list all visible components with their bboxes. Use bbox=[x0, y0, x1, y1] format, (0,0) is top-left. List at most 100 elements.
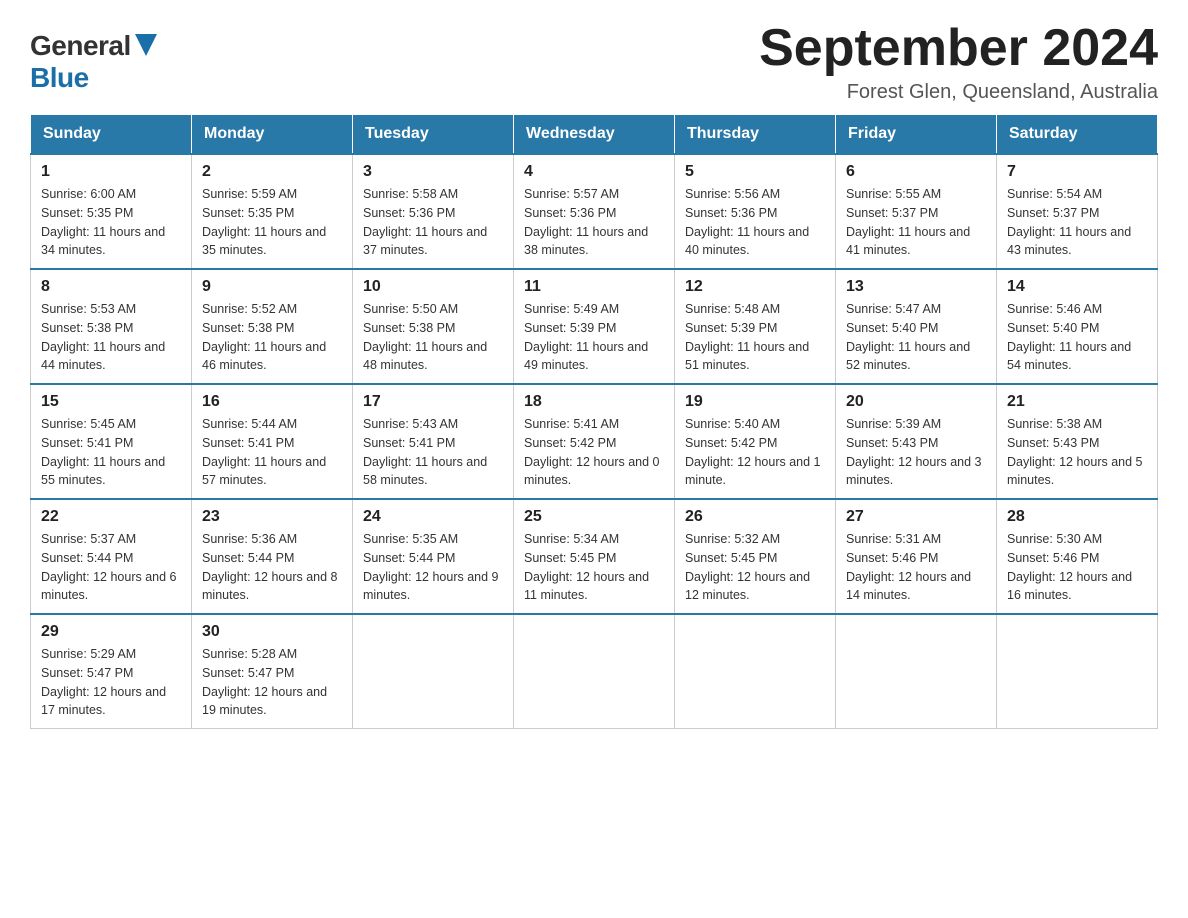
table-row: 1 Sunrise: 6:00 AM Sunset: 5:35 PM Dayli… bbox=[31, 154, 192, 269]
table-row: 5 Sunrise: 5:56 AM Sunset: 5:36 PM Dayli… bbox=[675, 154, 836, 269]
day-number: 2 bbox=[202, 163, 342, 181]
table-row: 16 Sunrise: 5:44 AM Sunset: 5:41 PM Dayl… bbox=[192, 384, 353, 499]
table-row: 28 Sunrise: 5:30 AM Sunset: 5:46 PM Dayl… bbox=[997, 499, 1158, 614]
table-row: 30 Sunrise: 5:28 AM Sunset: 5:47 PM Dayl… bbox=[192, 614, 353, 729]
day-number: 16 bbox=[202, 393, 342, 411]
table-row: 26 Sunrise: 5:32 AM Sunset: 5:45 PM Dayl… bbox=[675, 499, 836, 614]
day-info: Sunrise: 5:31 AM Sunset: 5:46 PM Dayligh… bbox=[846, 530, 986, 605]
table-row: 25 Sunrise: 5:34 AM Sunset: 5:45 PM Dayl… bbox=[514, 499, 675, 614]
table-row: 13 Sunrise: 5:47 AM Sunset: 5:40 PM Dayl… bbox=[836, 269, 997, 384]
day-info: Sunrise: 5:41 AM Sunset: 5:42 PM Dayligh… bbox=[524, 415, 664, 490]
day-info: Sunrise: 5:35 AM Sunset: 5:44 PM Dayligh… bbox=[363, 530, 503, 605]
day-info: Sunrise: 5:30 AM Sunset: 5:46 PM Dayligh… bbox=[1007, 530, 1147, 605]
day-info: Sunrise: 5:58 AM Sunset: 5:36 PM Dayligh… bbox=[363, 185, 503, 260]
day-number: 13 bbox=[846, 278, 986, 296]
day-info: Sunrise: 5:55 AM Sunset: 5:37 PM Dayligh… bbox=[846, 185, 986, 260]
day-info: Sunrise: 5:34 AM Sunset: 5:45 PM Dayligh… bbox=[524, 530, 664, 605]
day-number: 30 bbox=[202, 623, 342, 641]
logo: General Blue bbox=[30, 20, 157, 94]
table-row bbox=[836, 614, 997, 729]
day-number: 25 bbox=[524, 508, 664, 526]
header-tuesday: Tuesday bbox=[353, 115, 514, 155]
table-row bbox=[353, 614, 514, 729]
table-row: 7 Sunrise: 5:54 AM Sunset: 5:37 PM Dayli… bbox=[997, 154, 1158, 269]
calendar-header-row: Sunday Monday Tuesday Wednesday Thursday… bbox=[31, 115, 1158, 155]
day-info: Sunrise: 5:47 AM Sunset: 5:40 PM Dayligh… bbox=[846, 300, 986, 375]
day-number: 6 bbox=[846, 163, 986, 181]
day-info: Sunrise: 5:53 AM Sunset: 5:38 PM Dayligh… bbox=[41, 300, 181, 375]
table-row: 18 Sunrise: 5:41 AM Sunset: 5:42 PM Dayl… bbox=[514, 384, 675, 499]
table-row: 12 Sunrise: 5:48 AM Sunset: 5:39 PM Dayl… bbox=[675, 269, 836, 384]
day-info: Sunrise: 5:46 AM Sunset: 5:40 PM Dayligh… bbox=[1007, 300, 1147, 375]
day-number: 22 bbox=[41, 508, 181, 526]
day-number: 23 bbox=[202, 508, 342, 526]
day-number: 10 bbox=[363, 278, 503, 296]
day-number: 5 bbox=[685, 163, 825, 181]
table-row: 29 Sunrise: 5:29 AM Sunset: 5:47 PM Dayl… bbox=[31, 614, 192, 729]
day-info: Sunrise: 5:59 AM Sunset: 5:35 PM Dayligh… bbox=[202, 185, 342, 260]
table-row: 15 Sunrise: 5:45 AM Sunset: 5:41 PM Dayl… bbox=[31, 384, 192, 499]
day-number: 28 bbox=[1007, 508, 1147, 526]
day-number: 19 bbox=[685, 393, 825, 411]
day-info: Sunrise: 5:28 AM Sunset: 5:47 PM Dayligh… bbox=[202, 645, 342, 720]
day-number: 27 bbox=[846, 508, 986, 526]
table-row: 24 Sunrise: 5:35 AM Sunset: 5:44 PM Dayl… bbox=[353, 499, 514, 614]
day-info: Sunrise: 5:38 AM Sunset: 5:43 PM Dayligh… bbox=[1007, 415, 1147, 490]
table-row: 19 Sunrise: 5:40 AM Sunset: 5:42 PM Dayl… bbox=[675, 384, 836, 499]
table-row: 10 Sunrise: 5:50 AM Sunset: 5:38 PM Dayl… bbox=[353, 269, 514, 384]
day-info: Sunrise: 5:48 AM Sunset: 5:39 PM Dayligh… bbox=[685, 300, 825, 375]
page-header: General Blue September 2024 Forest Glen,… bbox=[30, 20, 1158, 104]
day-number: 15 bbox=[41, 393, 181, 411]
logo-blue-text: Blue bbox=[30, 62, 89, 94]
table-row: 3 Sunrise: 5:58 AM Sunset: 5:36 PM Dayli… bbox=[353, 154, 514, 269]
day-number: 11 bbox=[524, 278, 664, 296]
logo-triangle-icon bbox=[135, 34, 157, 56]
day-number: 17 bbox=[363, 393, 503, 411]
location-subtitle: Forest Glen, Queensland, Australia bbox=[759, 81, 1158, 104]
day-info: Sunrise: 5:43 AM Sunset: 5:41 PM Dayligh… bbox=[363, 415, 503, 490]
table-row: 4 Sunrise: 5:57 AM Sunset: 5:36 PM Dayli… bbox=[514, 154, 675, 269]
calendar-week-row: 8 Sunrise: 5:53 AM Sunset: 5:38 PM Dayli… bbox=[31, 269, 1158, 384]
month-year-title: September 2024 bbox=[759, 20, 1158, 77]
header-friday: Friday bbox=[836, 115, 997, 155]
calendar-week-row: 22 Sunrise: 5:37 AM Sunset: 5:44 PM Dayl… bbox=[31, 499, 1158, 614]
logo-general-text: General bbox=[30, 30, 131, 62]
header-thursday: Thursday bbox=[675, 115, 836, 155]
day-info: Sunrise: 5:36 AM Sunset: 5:44 PM Dayligh… bbox=[202, 530, 342, 605]
header-saturday: Saturday bbox=[997, 115, 1158, 155]
table-row: 17 Sunrise: 5:43 AM Sunset: 5:41 PM Dayl… bbox=[353, 384, 514, 499]
day-number: 12 bbox=[685, 278, 825, 296]
table-row: 27 Sunrise: 5:31 AM Sunset: 5:46 PM Dayl… bbox=[836, 499, 997, 614]
table-row: 9 Sunrise: 5:52 AM Sunset: 5:38 PM Dayli… bbox=[192, 269, 353, 384]
table-row: 6 Sunrise: 5:55 AM Sunset: 5:37 PM Dayli… bbox=[836, 154, 997, 269]
day-info: Sunrise: 5:52 AM Sunset: 5:38 PM Dayligh… bbox=[202, 300, 342, 375]
day-number: 26 bbox=[685, 508, 825, 526]
day-number: 1 bbox=[41, 163, 181, 181]
day-info: Sunrise: 5:50 AM Sunset: 5:38 PM Dayligh… bbox=[363, 300, 503, 375]
day-info: Sunrise: 5:32 AM Sunset: 5:45 PM Dayligh… bbox=[685, 530, 825, 605]
calendar-week-row: 15 Sunrise: 5:45 AM Sunset: 5:41 PM Dayl… bbox=[31, 384, 1158, 499]
table-row bbox=[514, 614, 675, 729]
table-row: 14 Sunrise: 5:46 AM Sunset: 5:40 PM Dayl… bbox=[997, 269, 1158, 384]
table-row bbox=[997, 614, 1158, 729]
table-row: 22 Sunrise: 5:37 AM Sunset: 5:44 PM Dayl… bbox=[31, 499, 192, 614]
table-row: 21 Sunrise: 5:38 AM Sunset: 5:43 PM Dayl… bbox=[997, 384, 1158, 499]
day-number: 3 bbox=[363, 163, 503, 181]
day-info: Sunrise: 5:40 AM Sunset: 5:42 PM Dayligh… bbox=[685, 415, 825, 490]
day-info: Sunrise: 5:54 AM Sunset: 5:37 PM Dayligh… bbox=[1007, 185, 1147, 260]
day-info: Sunrise: 5:37 AM Sunset: 5:44 PM Dayligh… bbox=[41, 530, 181, 605]
title-section: September 2024 Forest Glen, Queensland, … bbox=[759, 20, 1158, 104]
header-monday: Monday bbox=[192, 115, 353, 155]
header-sunday: Sunday bbox=[31, 115, 192, 155]
day-info: Sunrise: 5:56 AM Sunset: 5:36 PM Dayligh… bbox=[685, 185, 825, 260]
calendar-week-row: 29 Sunrise: 5:29 AM Sunset: 5:47 PM Dayl… bbox=[31, 614, 1158, 729]
day-info: Sunrise: 5:49 AM Sunset: 5:39 PM Dayligh… bbox=[524, 300, 664, 375]
day-info: Sunrise: 5:39 AM Sunset: 5:43 PM Dayligh… bbox=[846, 415, 986, 490]
day-number: 8 bbox=[41, 278, 181, 296]
day-number: 7 bbox=[1007, 163, 1147, 181]
day-info: Sunrise: 5:57 AM Sunset: 5:36 PM Dayligh… bbox=[524, 185, 664, 260]
day-number: 4 bbox=[524, 163, 664, 181]
day-number: 29 bbox=[41, 623, 181, 641]
day-number: 20 bbox=[846, 393, 986, 411]
day-info: Sunrise: 5:44 AM Sunset: 5:41 PM Dayligh… bbox=[202, 415, 342, 490]
